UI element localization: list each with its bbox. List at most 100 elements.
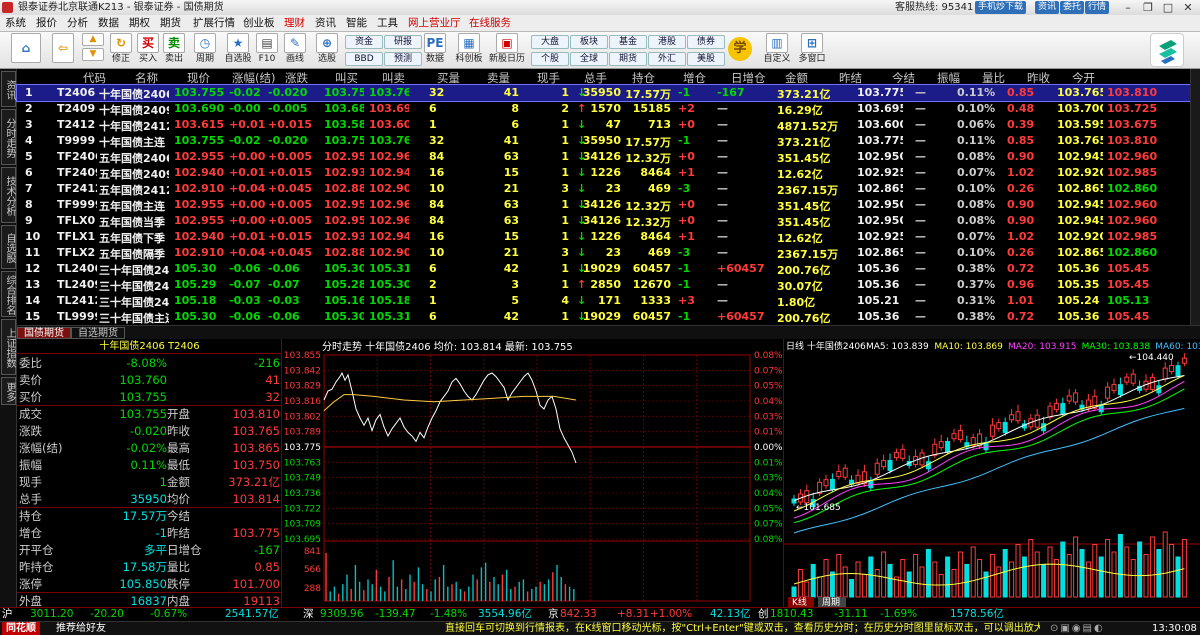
maximize-icon[interactable]: □ [1158, 0, 1178, 15]
us-stock-button[interactable]: 美股 [687, 52, 725, 66]
multi-window-button[interactable]: ⊞ 多窗口 [796, 33, 828, 67]
menu-futures[interactable]: 期货 [160, 15, 181, 32]
side-tab-watchlist[interactable]: 自选股 [1, 225, 16, 269]
col-header[interactable]: 今结 [892, 70, 915, 86]
table-row[interactable]: 8TF9999五年国债主连102.955+0.00+0.005102.95510… [17, 197, 1190, 213]
table-row[interactable]: 15 TL9999三十年国债主连 105.30 -0.06 -0.06 105.30 105… [17, 309, 1190, 325]
futures-button[interactable]: 期货 [609, 52, 647, 66]
forecast-button[interactable]: 预测 [384, 52, 422, 66]
col-header[interactable]: 买量 [437, 70, 460, 86]
f10-button[interactable]: ▤ F10 [256, 33, 278, 67]
table-row[interactable]: 10TFLX1五年国债下季102.940+0.01+0.015102.93510… [17, 229, 1190, 245]
back-button[interactable]: ⇦ [50, 33, 76, 67]
star-market-button[interactable]: ▦ 科创板 [452, 33, 486, 67]
col-header[interactable]: 叫卖 [382, 70, 405, 86]
research-button[interactable]: 研报 [384, 35, 422, 49]
quote-button[interactable]: 行情 [1085, 1, 1110, 14]
tab-watchlist-futures[interactable]: 自选期货 [71, 327, 125, 339]
stock-button[interactable]: 个股 [531, 52, 569, 66]
brand-logo-icon[interactable] [1150, 33, 1184, 67]
menu-data[interactable]: 数据 [98, 15, 119, 32]
forex-button[interactable]: 外汇 [648, 52, 686, 66]
table-row[interactable]: 12 TL2406三十年国债2406 105.30 -0.06 -0.06 105.30 1… [17, 261, 1190, 277]
learn-button[interactable]: 学 [728, 33, 754, 67]
news-button[interactable]: 资讯 [1035, 1, 1060, 14]
fund-button[interactable]: 基金 [609, 35, 647, 49]
up-down-buttons[interactable]: ▲ ▼ [82, 33, 104, 67]
menu-news[interactable]: 资讯 [315, 15, 336, 32]
buy-button[interactable]: 买买入 [136, 33, 160, 67]
menu-quote[interactable]: 报价 [36, 15, 57, 32]
intraday-chart[interactable]: 分时走势 十年国债2406 均价: 103.814 最新: 103.755 103… [282, 339, 783, 607]
menu-tools[interactable]: 工具 [377, 15, 398, 32]
col-header[interactable]: 涨跌 [285, 70, 308, 86]
col-header[interactable]: 卖量 [487, 70, 510, 86]
col-header[interactable]: 量比 [982, 70, 1005, 86]
col-header[interactable]: 现价 [187, 70, 210, 86]
table-row[interactable]: 2 T2409十年国债2409 103.690 -0.00 -0.005 103.685 1… [17, 101, 1190, 117]
menu-smart[interactable]: 智能 [346, 15, 367, 32]
side-tab-intraday[interactable]: 分时走势 [1, 109, 16, 165]
table-row[interactable]: 11 TFLX2五年国债隔季 102.910 +0.04+0.045 102.880 10… [17, 245, 1190, 261]
col-header[interactable]: 金额 [785, 70, 808, 86]
sector-button[interactable]: 板块 [570, 35, 608, 49]
stock-picker-button[interactable]: ⊕ 选股 [314, 33, 340, 67]
col-header[interactable]: 昨结 [839, 70, 862, 86]
watchlist-button[interactable]: ★ 自选股 [222, 33, 254, 67]
table-row[interactable]: 7 TF2412五年国债2412 102.910 +0.04+0.045 102.880… [17, 181, 1190, 197]
side-tab-news[interactable]: 资讯 [1, 71, 16, 107]
menu-chinext[interactable]: 创业板 [243, 15, 275, 32]
sell-button[interactable]: 卖卖出 [162, 33, 186, 67]
table-row[interactable]: 5 TF2406五年国债2406 102.955 +0.00+0.005 102.955… [17, 149, 1190, 165]
brand-label[interactable]: 同花顺 [2, 622, 40, 635]
col-header[interactable]: 名称 [135, 70, 158, 86]
hk-stock-button[interactable]: 港股 [648, 35, 686, 49]
menu-extended[interactable]: 扩展行情 [193, 15, 235, 32]
capital-button[interactable]: 资金 [345, 35, 383, 49]
menu-analysis[interactable]: 分析 [67, 15, 88, 32]
table-row[interactable]: 3 T2412十年国债2412 103.615 +0.01+0.015 103.585 1… [17, 117, 1190, 133]
side-tab-sse-index[interactable]: 上证指数 [1, 319, 16, 375]
bond-button[interactable]: 债券 [687, 35, 725, 49]
col-header[interactable]: 今开 [1072, 70, 1095, 86]
col-header[interactable]: 昨收 [1027, 70, 1050, 86]
tab-treasury-futures[interactable]: 国债期货 [17, 327, 71, 339]
side-tab-ranking[interactable]: 综合排名 [1, 271, 16, 317]
mobile-download-button[interactable]: 手机炒下载 [975, 1, 1027, 14]
tray-icons[interactable]: ⊙▣◉▤◐ [1050, 622, 1105, 635]
col-header[interactable]: 涨幅(结) [232, 70, 275, 86]
col-header[interactable]: 代码 [83, 70, 106, 86]
table-row[interactable]: 4 T9999十年国债主连 103.755 -0.02 -0.020 103.755 103… [17, 133, 1190, 149]
table-row[interactable]: 13TL2409三十年国债2409105.29-0.07-0.07105.281… [17, 277, 1190, 293]
home-button[interactable]: ⌂ [8, 33, 44, 67]
col-header[interactable]: 叫买 [335, 70, 358, 86]
menu-system[interactable]: 系统 [5, 15, 26, 32]
trade-button[interactable]: 委托 [1060, 1, 1085, 14]
col-header[interactable]: 持仓 [632, 70, 655, 86]
table-row[interactable]: 6 TF2409五年国债2409 102.940 +0.01+0.015 102.935… [17, 165, 1190, 181]
data-button[interactable]: PE 数据 [422, 33, 448, 67]
invite-link[interactable]: 推荐给好友 [56, 622, 106, 635]
side-tab-technical[interactable]: 技术分析 [1, 167, 16, 223]
daily-kline-chart[interactable]: 日线 十年国债2406 MA5: 103.839 MA10: 103.869 MA20… [783, 339, 1200, 608]
customize-button[interactable]: ▥ 自定义 [762, 33, 792, 67]
menu-online-service[interactable]: 在线服务 [469, 15, 511, 32]
menu-wealth[interactable]: 理财 [284, 15, 305, 32]
col-header[interactable]: 总手 [584, 70, 607, 86]
menu-options[interactable]: 期权 [129, 15, 150, 32]
table-row[interactable]: 1 T2406十年国债2406 103.755 -0.02 -0.020 103.755 1… [16, 84, 1191, 102]
ipo-calendar-button[interactable]: ▣ 新股日历 [488, 33, 526, 67]
col-header[interactable]: 现手 [537, 70, 560, 86]
table-row[interactable]: 14TL2412三十年国债2412105.18-0.03-0.03105.161… [17, 293, 1190, 309]
col-header[interactable]: 振幅 [937, 70, 960, 86]
draw-line-button[interactable]: ✎ 画线 [282, 33, 308, 67]
period-button[interactable]: ◷ 周期 [192, 33, 218, 67]
bbd-button[interactable]: BBD [345, 52, 383, 66]
col-header[interactable]: 增仓 [683, 70, 706, 86]
restore-icon[interactable]: ❐ [1138, 0, 1158, 15]
minimize-icon[interactable]: – [1118, 0, 1138, 15]
table-row[interactable]: 9 TFLX0五年国债当季 102.955 +0.00+0.005 102.955 102… [17, 213, 1190, 229]
menu-online-hall[interactable]: 网上营业厅 [408, 15, 461, 32]
table-scrollbar[interactable] [1190, 69, 1200, 325]
market-button[interactable]: 大盘 [531, 35, 569, 49]
